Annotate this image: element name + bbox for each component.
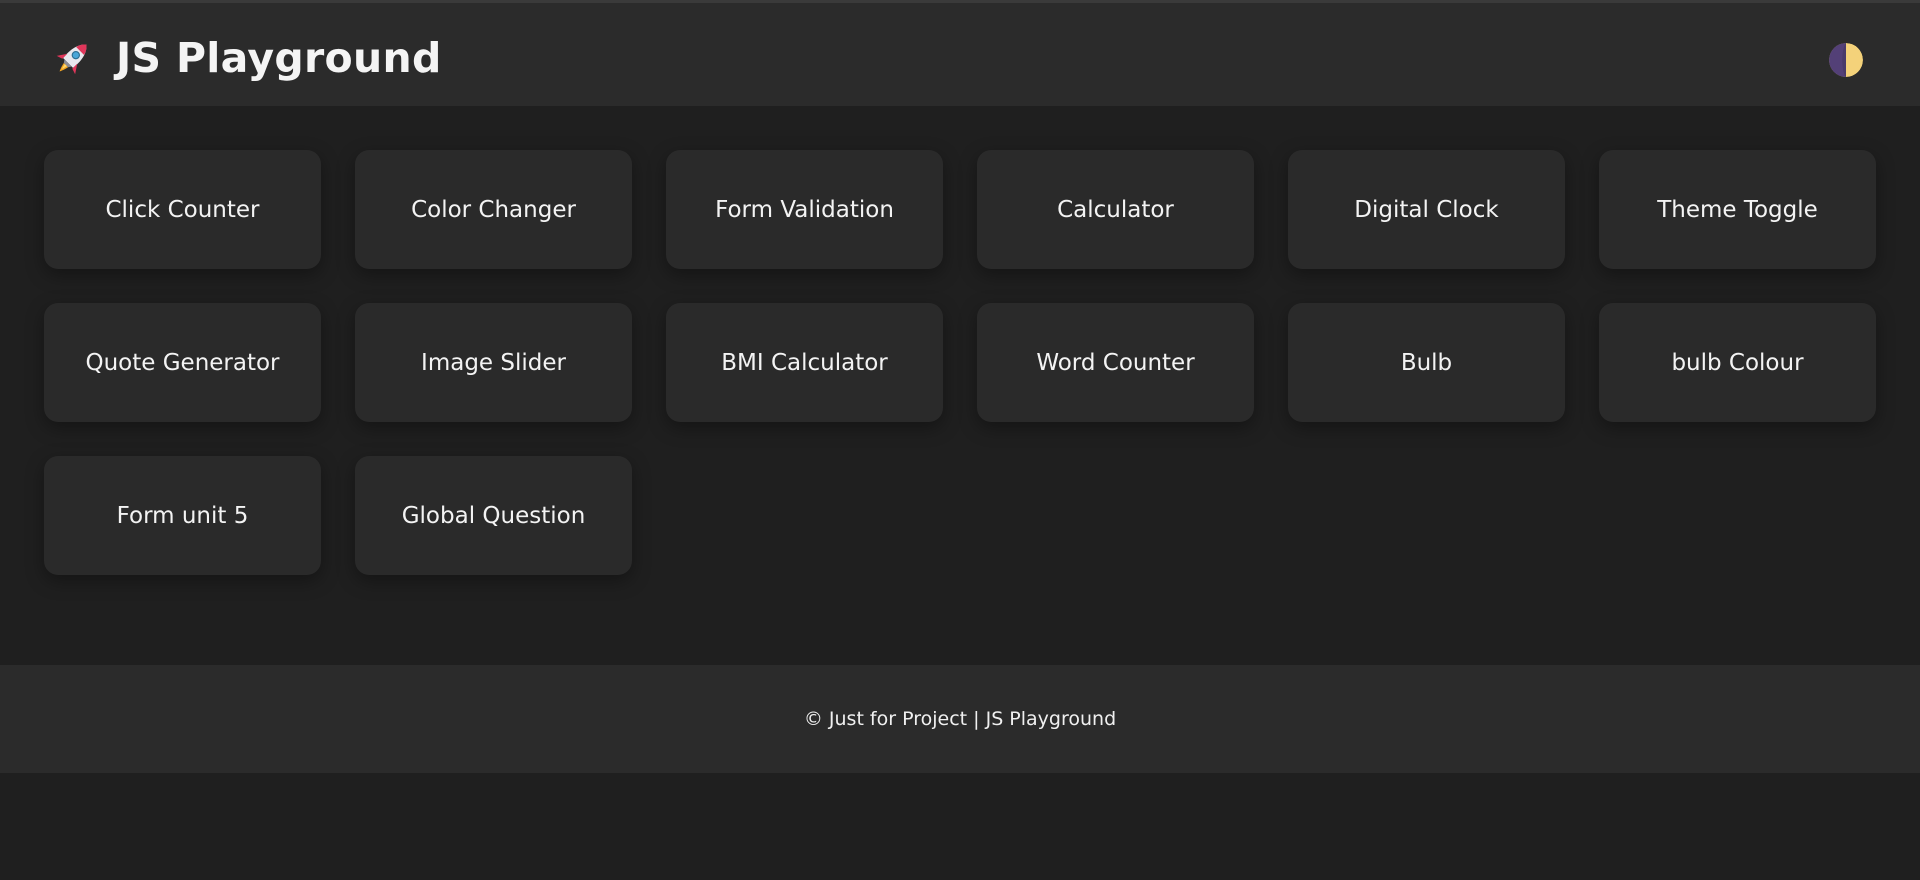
project-grid: Click Counter Color Changer Form Validat… (44, 150, 1876, 575)
project-card-global-question[interactable]: Global Question (355, 456, 632, 575)
page-title: JS Playground (116, 34, 442, 82)
project-card-color-changer[interactable]: Color Changer (355, 150, 632, 269)
project-card-bulb[interactable]: Bulb (1288, 303, 1565, 422)
footer-text: © Just for Project | JS Playground (803, 708, 1117, 730)
half-moon-icon (1829, 43, 1863, 77)
project-card-word-counter[interactable]: Word Counter (977, 303, 1254, 422)
app-footer: © Just for Project | JS Playground (0, 665, 1920, 773)
project-card-theme-toggle[interactable]: Theme Toggle (1599, 150, 1876, 269)
brand: JS Playground (50, 33, 442, 83)
project-card-form-validation[interactable]: Form Validation (666, 150, 943, 269)
project-card-quote-generator[interactable]: Quote Generator (44, 303, 321, 422)
project-card-click-counter[interactable]: Click Counter (44, 150, 321, 269)
project-grid-section: Click Counter Color Changer Form Validat… (44, 150, 1876, 575)
theme-toggle-button[interactable] (1829, 43, 1863, 77)
app-header: JS Playground (0, 3, 1920, 106)
project-card-digital-clock[interactable]: Digital Clock (1288, 150, 1565, 269)
project-card-bmi-calculator[interactable]: BMI Calculator (666, 303, 943, 422)
project-card-form-unit-5[interactable]: Form unit 5 (44, 456, 321, 575)
rocket-icon (56, 44, 87, 75)
project-card-bulb-colour[interactable]: bulb Colour (1599, 303, 1876, 422)
project-card-image-slider[interactable]: Image Slider (355, 303, 632, 422)
project-card-calculator[interactable]: Calculator (977, 150, 1254, 269)
